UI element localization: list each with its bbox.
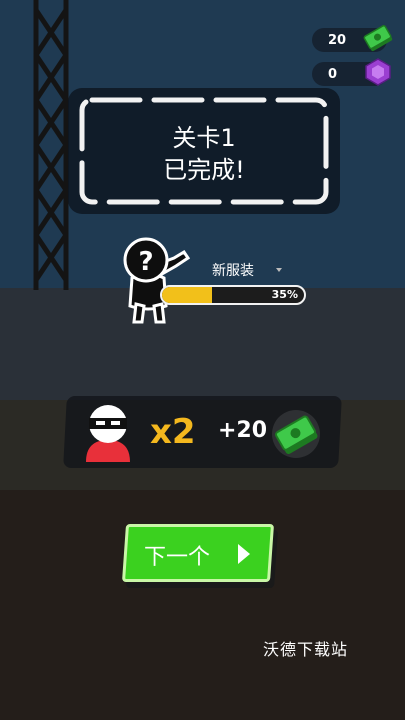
play-arrow-icon — [238, 544, 250, 564]
gem-counter: 0 — [312, 58, 391, 86]
cash-counter: 20 — [312, 25, 393, 52]
reward-amount: +20 — [218, 418, 268, 443]
cash-icon — [363, 25, 393, 52]
level-status: 已完成! — [163, 156, 245, 184]
cash-reward-icon — [272, 410, 320, 458]
gem-icon — [365, 58, 391, 86]
unlock-label: 新服装 — [212, 263, 254, 279]
mystery-character-icon: ? — [123, 237, 190, 324]
progress-fill — [162, 287, 212, 303]
progress-percent: 35% — [271, 288, 298, 301]
level-complete-panel: 关卡1 已完成! — [68, 88, 340, 214]
wall-background — [0, 288, 405, 410]
next-button[interactable]: 下一个 — [121, 524, 279, 588]
gem-count: 0 — [328, 67, 338, 82]
dropdown-arrow-icon — [276, 268, 282, 272]
cash-count: 20 — [328, 33, 347, 48]
next-button-label: 下一个 — [144, 545, 211, 570]
watermark: 沃德下载站 — [263, 640, 349, 659]
svg-text:?: ? — [138, 247, 153, 277]
ninja-avatar-icon — [86, 405, 130, 462]
level-title: 关卡1 — [172, 124, 236, 152]
reward-multiplier: x2 — [150, 412, 196, 452]
unlock-progress-bar: 35% — [160, 285, 306, 305]
steel-tower — [33, 0, 69, 290]
